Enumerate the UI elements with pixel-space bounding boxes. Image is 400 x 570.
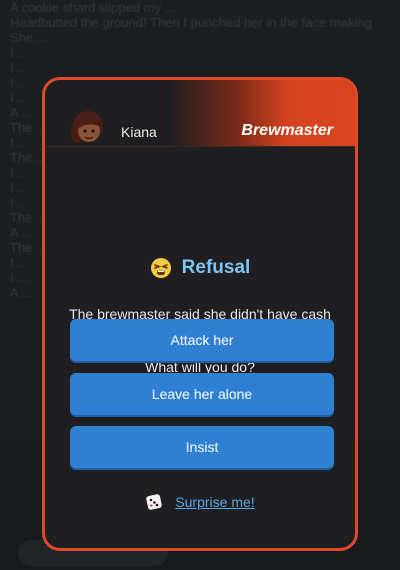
surprise-me-link[interactable]: Surprise me!: [45, 493, 355, 511]
person-avatar: [71, 111, 103, 143]
option-leave-button[interactable]: Leave her alone: [70, 373, 334, 415]
option-insist-button[interactable]: Insist: [70, 426, 334, 468]
event-title: Refusal: [181, 257, 251, 278]
character-name: Kiana: [121, 124, 157, 140]
tired-face-emoji-icon: [150, 258, 171, 278]
option-attack-button[interactable]: Attack her: [70, 319, 334, 361]
character-role: Brewmaster: [241, 122, 333, 139]
event-title-row: Refusal: [45, 256, 355, 280]
modal-header: Kiana Brewmaster: [45, 80, 355, 147]
event-modal: Kiana Brewmaster Refusal The brewmaster …: [42, 77, 358, 551]
dice-icon: [146, 494, 163, 510]
surprise-me-label[interactable]: Surprise me!: [175, 494, 254, 510]
